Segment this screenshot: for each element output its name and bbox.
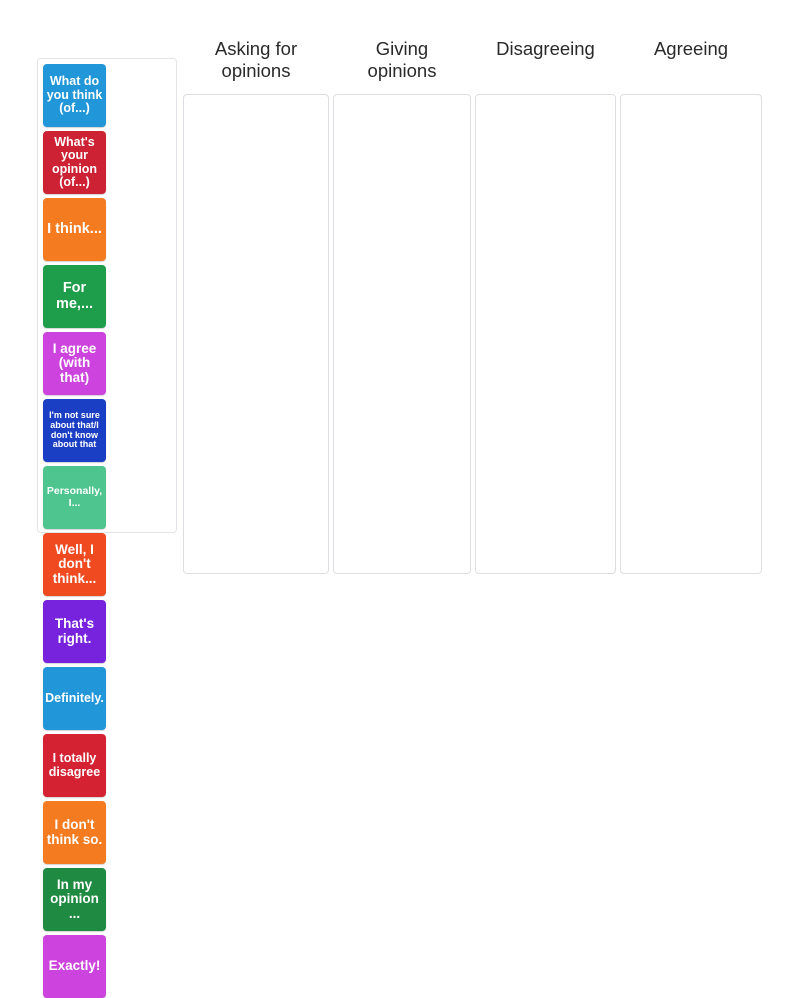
tile-well-i-dont-think[interactable]: Well, I don't think... [43, 533, 106, 596]
tile-label: What do you think (of...) [46, 74, 103, 116]
tile-im-not-sure-about-that[interactable]: I'm not sure about that/I don't know abo… [43, 399, 106, 462]
column-header: Asking for opinions [214, 38, 298, 81]
tile-label: For me,... [55, 279, 94, 312]
tile-i-think[interactable]: I think... [43, 198, 106, 261]
tile-label: Well, I don't think... [52, 541, 97, 586]
tile-tray: What do you think (of...) What's your opi… [37, 58, 177, 998]
tile-what-do-you-think[interactable]: What do you think (of...) [43, 64, 106, 127]
tile-for-me[interactable]: For me,... [43, 265, 106, 328]
column-header: Disagreeing [496, 38, 595, 59]
tile-whats-your-opinion[interactable]: What's your opinion (of...) [43, 131, 106, 194]
column-header: Agreeing [653, 38, 729, 59]
tile-label: I think... [47, 220, 102, 237]
sorting-columns: Asking for opinions Giving opinions Disagr… [183, 36, 768, 574]
tile-label: Exactly! [48, 958, 101, 974]
tile-label: Personally, I... [46, 485, 103, 509]
column-giving-opinions: Giving opinions [333, 36, 471, 574]
dropzone[interactable] [475, 94, 616, 574]
tile-i-totally-disagree[interactable]: I totally disagree [43, 734, 106, 797]
tile-thats-right[interactable]: That's right. [43, 600, 106, 663]
tile-personally-i[interactable]: Personally, I... [43, 466, 106, 529]
tile-exactly[interactable]: Exactly! [43, 935, 106, 998]
tile-label: Definitely. [45, 690, 104, 705]
column-asking-for-opinions: Asking for opinions [183, 36, 329, 574]
tile-label: That's right. [54, 615, 95, 646]
tile-label: In my opinion ... [50, 876, 99, 921]
dropzone[interactable] [620, 94, 762, 574]
column-header: Giving opinions [367, 38, 437, 81]
tile-definitely[interactable]: Definitely. [43, 667, 106, 730]
tile-i-agree-with-that[interactable]: I agree (with that) [43, 332, 106, 395]
tile-label: What's your opinion (of...) [51, 134, 98, 189]
tile-label: I don't think so. [46, 816, 103, 847]
dropzone[interactable] [183, 94, 329, 574]
tile-label: I totally disagree [48, 751, 101, 779]
tile-label: I'm not sure about that/I don't know abo… [49, 410, 100, 450]
column-disagreeing: Disagreeing [475, 36, 616, 574]
tile-in-my-opinion[interactable]: In my opinion ... [43, 868, 106, 931]
tile-label: I agree (with that) [52, 340, 97, 385]
tile-i-dont-think-so[interactable]: I don't think so. [43, 801, 106, 864]
column-agreeing: Agreeing [620, 36, 762, 574]
dropzone[interactable] [333, 94, 471, 574]
